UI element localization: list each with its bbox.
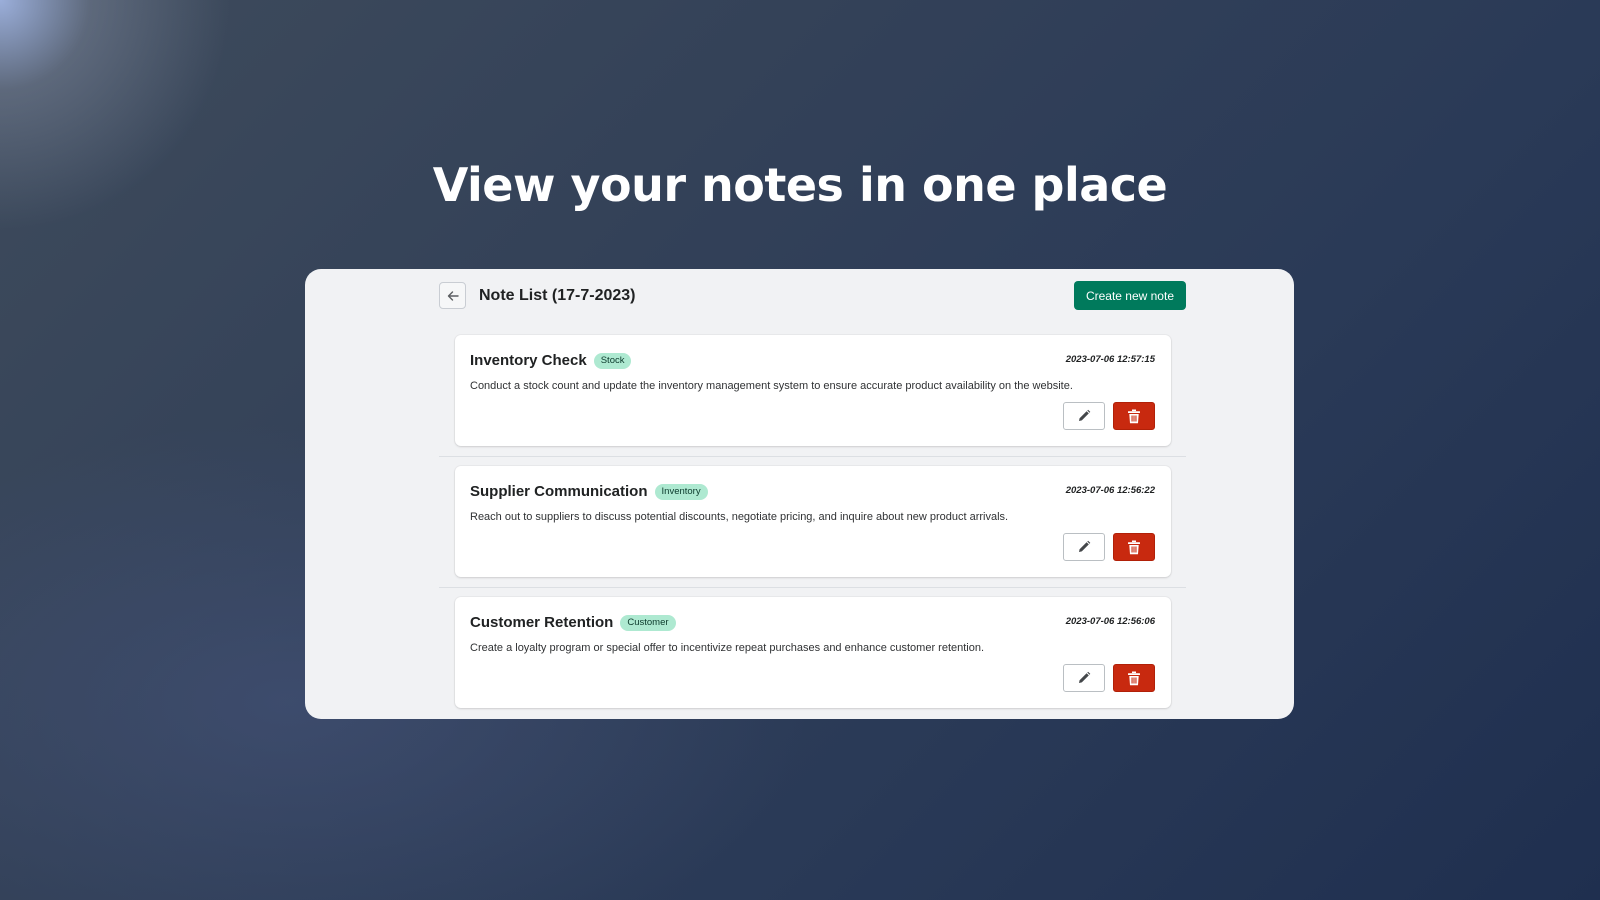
trash-icon [1127,409,1141,424]
pencil-icon [1077,409,1091,423]
page-header: Note List (17-7-2023) Create new note [439,269,1186,333]
delete-note-button[interactable] [1113,664,1155,692]
notes-panel: Note List (17-7-2023) Create new note In… [305,269,1294,719]
note-actions [1063,533,1155,561]
trash-icon [1127,671,1141,686]
delete-note-button[interactable] [1113,533,1155,561]
arrow-left-icon [446,289,460,303]
create-note-button[interactable]: Create new note [1073,281,1186,310]
edit-note-button[interactable] [1063,664,1105,692]
note-actions [1063,664,1155,692]
list-item: Supplier Communication Inventory 2023-07… [439,466,1186,597]
note-heading: Inventory Check Stock [470,352,632,369]
note-date: 2023-07-06 12:56:22 [1065,485,1155,496]
note-title: Customer Retention [470,614,614,631]
list-item: Inventory Check Stock 2023-07-06 12:57:1… [439,335,1186,466]
note-heading: Customer Retention Customer [470,614,676,631]
note-date: 2023-07-06 12:56:06 [1065,616,1155,627]
edit-note-button[interactable] [1063,402,1105,430]
note-card: Customer Retention Customer 2023-07-06 1… [455,597,1171,708]
back-button[interactable] [439,282,466,309]
page-title: Note List (17-7-2023) [479,287,636,304]
list-item: Customer Retention Customer 2023-07-06 1… [455,597,1171,719]
note-heading: Supplier Communication Inventory [470,483,708,500]
note-body: Conduct a stock count and update the inv… [470,380,1073,392]
note-body: Create a loyalty program or special offe… [470,642,985,654]
hero-headline: View your notes in one place [432,158,1168,212]
trash-icon [1127,540,1141,555]
note-tag: Inventory [654,483,708,500]
note-actions [1063,402,1155,430]
note-date: 2023-07-06 12:57:15 [1065,354,1155,365]
delete-note-button[interactable] [1113,402,1155,430]
note-body: Reach out to suppliers to discuss potent… [470,511,1009,523]
note-card: Inventory Check Stock 2023-07-06 12:57:1… [455,335,1171,446]
note-list: Inventory Check Stock 2023-07-06 12:57:1… [439,335,1186,719]
pencil-icon [1077,671,1091,685]
edit-note-button[interactable] [1063,533,1105,561]
pencil-icon [1077,540,1091,554]
notes-page: Note List (17-7-2023) Create new note In… [439,269,1186,708]
note-title: Supplier Communication [470,483,648,500]
note-tag: Customer [620,614,676,631]
note-card: Supplier Communication Inventory 2023-07… [455,466,1171,577]
note-title: Inventory Check [470,352,587,369]
note-tag: Stock [593,352,632,369]
